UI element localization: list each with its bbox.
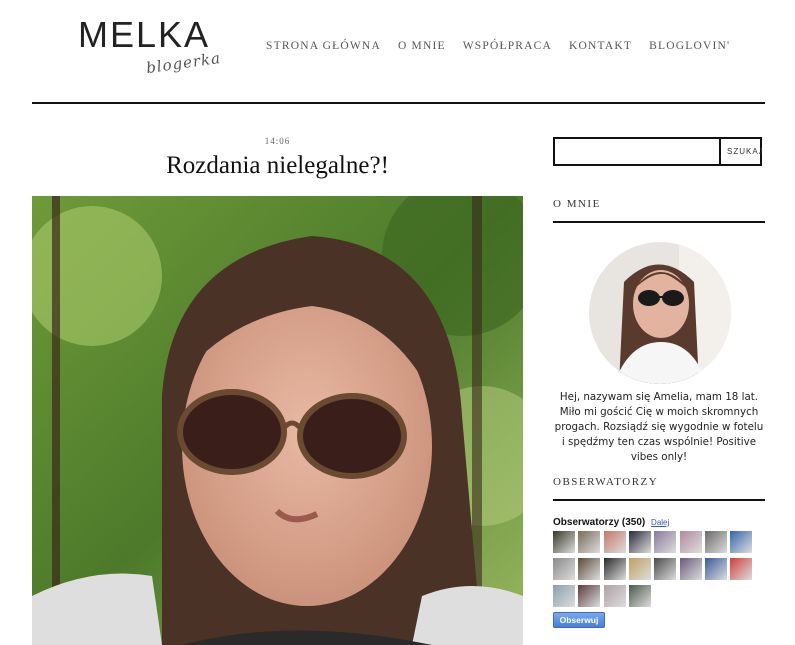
avatar — [589, 242, 731, 384]
follower-avatar[interactable] — [553, 585, 575, 607]
followers-more-link[interactable]: Dalej — [651, 518, 669, 527]
followers-count: Obserwatorzy (350) Dalej — [553, 517, 669, 528]
follower-avatar[interactable] — [553, 558, 575, 580]
header-divider — [32, 102, 765, 104]
post-time: 14:06 — [264, 136, 291, 146]
follower-avatar[interactable] — [578, 585, 601, 607]
follower-avatar[interactable] — [628, 585, 651, 607]
about-text: Hej, nazywam się Amelia, mam 18 lat. Mił… — [554, 391, 764, 463]
main-nav: STRONA GŁÓWNA O MNIE WSPÓŁPRACA KONTAKT … — [266, 40, 747, 52]
follower-avatar[interactable] — [628, 558, 651, 580]
follow-button[interactable]: Obserwuj — [553, 612, 605, 628]
follower-avatar[interactable] — [603, 585, 626, 607]
follower-avatar[interactable] — [628, 531, 651, 553]
search-input[interactable] — [555, 139, 719, 164]
followers-widget-title: OBSERWATORZY — [553, 476, 659, 488]
nav-item-home[interactable]: STRONA GŁÓWNA — [266, 40, 381, 52]
about-widget-title: O MNIE — [553, 198, 601, 210]
follower-avatar[interactable] — [730, 558, 753, 580]
followers-widget-divider — [553, 499, 765, 501]
follower-avatar[interactable] — [679, 531, 702, 553]
post-image[interactable] — [32, 196, 523, 645]
nav-item-about[interactable]: O MNIE — [398, 40, 446, 52]
follower-avatar[interactable] — [578, 558, 601, 580]
avatar-photo — [589, 242, 731, 384]
follower-avatar[interactable] — [654, 531, 677, 553]
site-logo[interactable]: MELKA — [78, 14, 210, 56]
nav-item-bloglovin[interactable]: BLOGLOVIN' — [649, 40, 730, 52]
nav-item-contact[interactable]: KONTAKT — [569, 40, 632, 52]
follower-avatar[interactable] — [654, 558, 677, 580]
follower-avatar[interactable] — [704, 558, 727, 580]
follower-avatar[interactable] — [553, 531, 575, 553]
follower-avatar[interactable] — [603, 558, 626, 580]
followers-label: Obserwatorzy (350) — [553, 517, 646, 528]
search-button[interactable]: SZUKAJ — [719, 139, 763, 164]
follower-avatar[interactable] — [704, 531, 727, 553]
search-form: SZUKAJ — [553, 137, 763, 166]
follower-avatar[interactable] — [730, 531, 753, 553]
follower-avatar[interactable] — [578, 531, 601, 553]
follower-avatar[interactable] — [679, 558, 702, 580]
post-title[interactable]: Rozdania nielegalne?! — [0, 152, 555, 180]
follower-avatar[interactable] — [603, 531, 626, 553]
post-photo — [32, 196, 523, 645]
site-header: MELKA blogerka STRONA GŁÓWNA O MNIE WSPÓ… — [0, 0, 795, 104]
nav-item-cooperation[interactable]: WSPÓŁPRACA — [463, 40, 552, 52]
about-widget-divider — [553, 221, 765, 223]
